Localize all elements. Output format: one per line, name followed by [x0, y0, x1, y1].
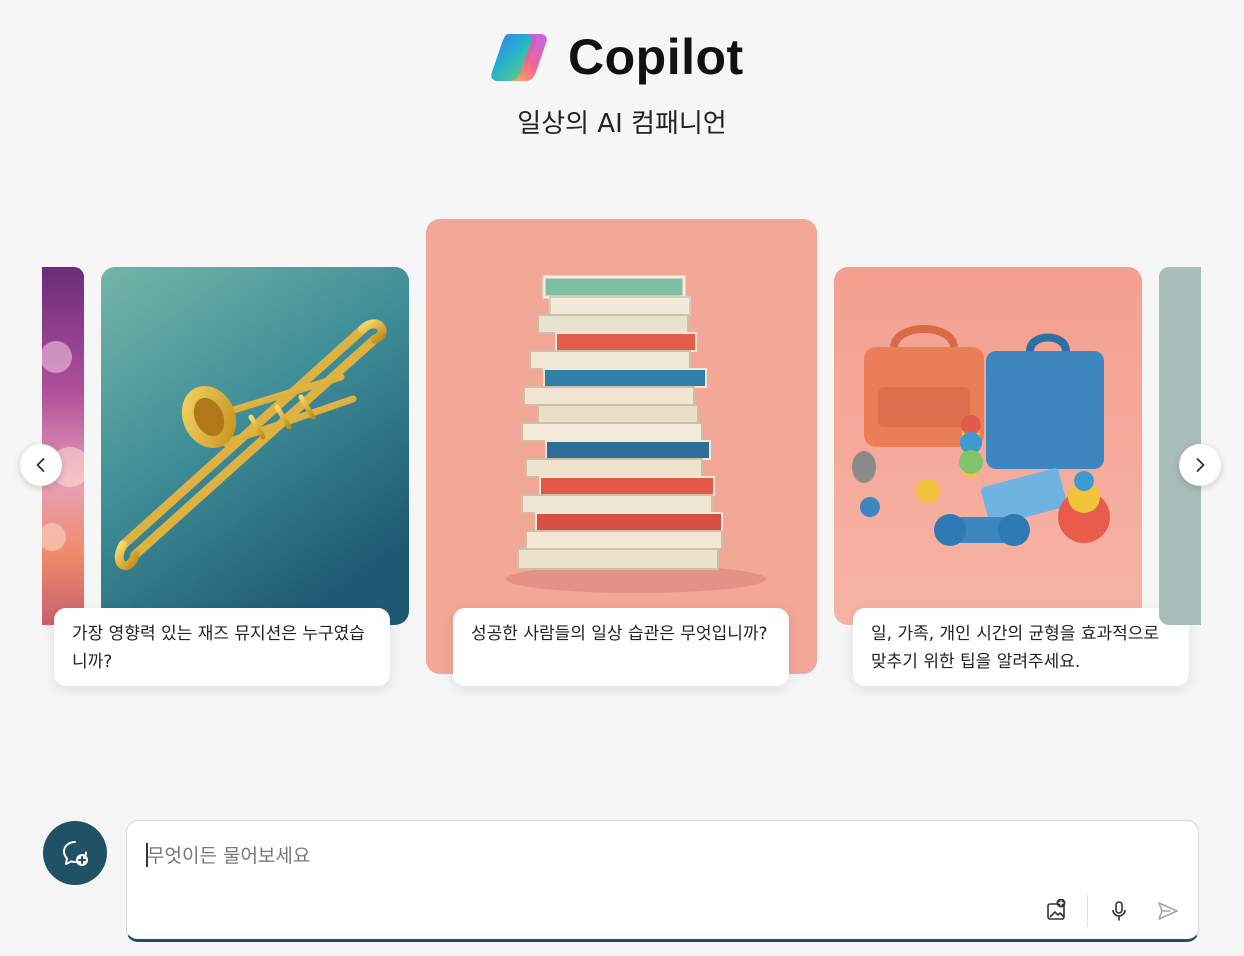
carousel-card-caption-trombone[interactable]: 가장 영향력 있는 재즈 뮤지션은 누구였습니까? — [54, 608, 390, 686]
bags-and-toys-image — [834, 267, 1142, 625]
caption-text: 성공한 사람들의 일상 습관은 무엇입니까? — [471, 624, 768, 644]
new-chat-icon — [63, 841, 88, 866]
send-icon — [1158, 902, 1178, 920]
chevron-left-icon — [36, 458, 45, 472]
copilot-logo-icon — [491, 34, 547, 81]
add-image-icon — [1047, 899, 1066, 920]
chevron-right-icon — [1196, 458, 1205, 472]
stacked-books-image — [426, 219, 817, 674]
chat-composer — [126, 820, 1199, 942]
send-button[interactable] — [1151, 894, 1185, 928]
caption-text: 일, 가족, 개인 시간의 균형을 효과적으로 맞추기 위한 팁을 알려주세요. — [871, 624, 1160, 672]
chat-input[interactable] — [145, 839, 1009, 873]
app-title: Copilot — [568, 29, 744, 85]
carousel-card-trombone[interactable] — [101, 267, 409, 625]
brand-header: Copilot — [488, 26, 744, 88]
caption-text: 가장 영향력 있는 재즈 뮤지션은 누구였습니까? — [72, 624, 365, 672]
carousel-card-books[interactable] — [426, 219, 817, 674]
prompt-carousel: 가장 영향력 있는 재즈 뮤지션은 누구였습니까? 성공한 사람들의 일상 습관… — [0, 210, 1244, 710]
microphone-button[interactable] — [1102, 894, 1136, 928]
new-chat-button[interactable] — [43, 821, 107, 885]
carousel-card-caption-toys[interactable]: 일, 가족, 개인 시간의 균형을 효과적으로 맞추기 위한 팁을 알려주세요. — [853, 608, 1189, 686]
tool-divider — [1087, 895, 1088, 927]
carousel-prev-button[interactable] — [20, 444, 62, 486]
trombone-image — [101, 267, 409, 625]
carousel-card-toys[interactable] — [834, 267, 1142, 625]
microphone-icon — [1112, 901, 1126, 921]
copilot-home: Copilot 일상의 AI 컴패니언 가장 영향력 있는 재즈 뮤지션은 누구… — [0, 0, 1244, 956]
carousel-next-button[interactable] — [1179, 444, 1221, 486]
carousel-card-caption-books[interactable]: 성공한 사람들의 일상 습관은 무엇입니까? — [453, 608, 789, 686]
app-tagline: 일상의 AI 컴패니언 — [517, 109, 727, 139]
add-image-button[interactable] — [1040, 894, 1074, 928]
